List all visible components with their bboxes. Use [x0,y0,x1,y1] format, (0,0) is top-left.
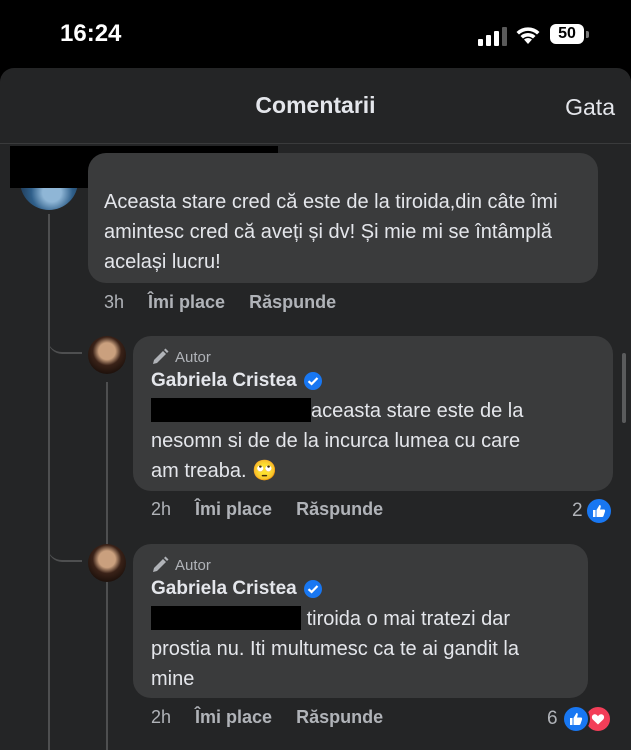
wifi-icon [516,27,540,44]
eye-roll-emoji: 🙄 [252,460,278,482]
redacted-mention [151,398,311,422]
reply-connector [48,508,82,562]
author-name-row[interactable]: Gabriela Cristea [151,578,323,600]
sheet-header: Comentarii Gata [0,68,631,144]
reply-text: aceasta stare este de la nesomn si de de… [151,396,601,486]
like-button[interactable]: Îmi place [195,499,272,520]
author-name[interactable]: Gabriela Cristea [151,578,297,600]
like-button[interactable]: Îmi place [195,707,272,728]
thread-line [48,214,50,750]
battery-icon: 50 [550,24,592,46]
done-button[interactable]: Gata [565,94,615,121]
reply-text-line: am treaba. [151,460,247,482]
author-avatar[interactable] [88,336,126,374]
author-badge-label: Autor [175,348,211,366]
redacted-mention [151,606,301,630]
reaction-summary[interactable]: 6 [547,705,612,733]
author-badge: Autor [151,348,211,366]
author-badge-label: Autor [175,556,211,574]
reply-text-line: tiroida o mai tratezi dar [306,608,510,630]
reply-button[interactable]: Răspunde [296,707,383,728]
scrollbar[interactable] [622,353,626,423]
reply-thread-line [106,588,108,750]
reply-text: tiroida o mai tratezi dar prostia nu. It… [151,604,581,694]
reply-connector [48,318,82,354]
reaction-count: 6 [547,708,558,729]
verified-badge-icon [303,372,322,390]
header-divider [0,143,631,144]
like-button[interactable]: Îmi place [148,292,225,313]
author-name-row[interactable]: Gabriela Cristea [151,370,323,392]
reply-time: 2h [151,499,172,519]
comment-text: Aceasta stare cred că este de la tiroida… [104,191,558,273]
reply-text-line: prostia nu. Iti multumesc ca te ai gandi… [151,638,519,660]
author-badge: Autor [151,556,211,574]
like-reaction-icon [561,705,590,733]
comments-sheet: Comentarii Gata Aceasta stare cred că es… [0,68,631,750]
verified-badge-icon [303,580,322,598]
reply-text-line: mine [151,668,195,690]
pen-icon [153,348,169,364]
comment-time: 3h [104,292,125,312]
like-reaction-icon [584,497,613,525]
cellular-signal-icon [478,27,507,46]
reply-time: 2h [151,707,172,727]
author-avatar[interactable] [88,544,126,582]
reply-text-line: nesomn si de de la incurca lumea cu care [151,430,521,452]
status-time: 16:24 [60,20,122,47]
comment-actions: 3h Îmi place Răspunde [104,292,336,313]
author-name[interactable]: Gabriela Cristea [151,370,297,392]
reply-actions: 2h Îmi place Răspunde [151,707,383,728]
reaction-summary[interactable]: 2 [572,497,613,525]
page-title: Comentarii [255,92,376,118]
battery-tip [586,31,589,38]
reply-text-line: aceasta stare este de la [311,400,524,422]
status-bar: 16:24 50 [0,0,631,68]
reply-button[interactable]: Răspunde [296,499,383,520]
reply-button[interactable]: Răspunde [249,292,336,313]
pen-icon [153,556,169,572]
reply-actions: 2h Îmi place Răspunde [151,499,383,520]
battery-level: 50 [550,24,584,44]
reaction-count: 2 [572,500,583,521]
